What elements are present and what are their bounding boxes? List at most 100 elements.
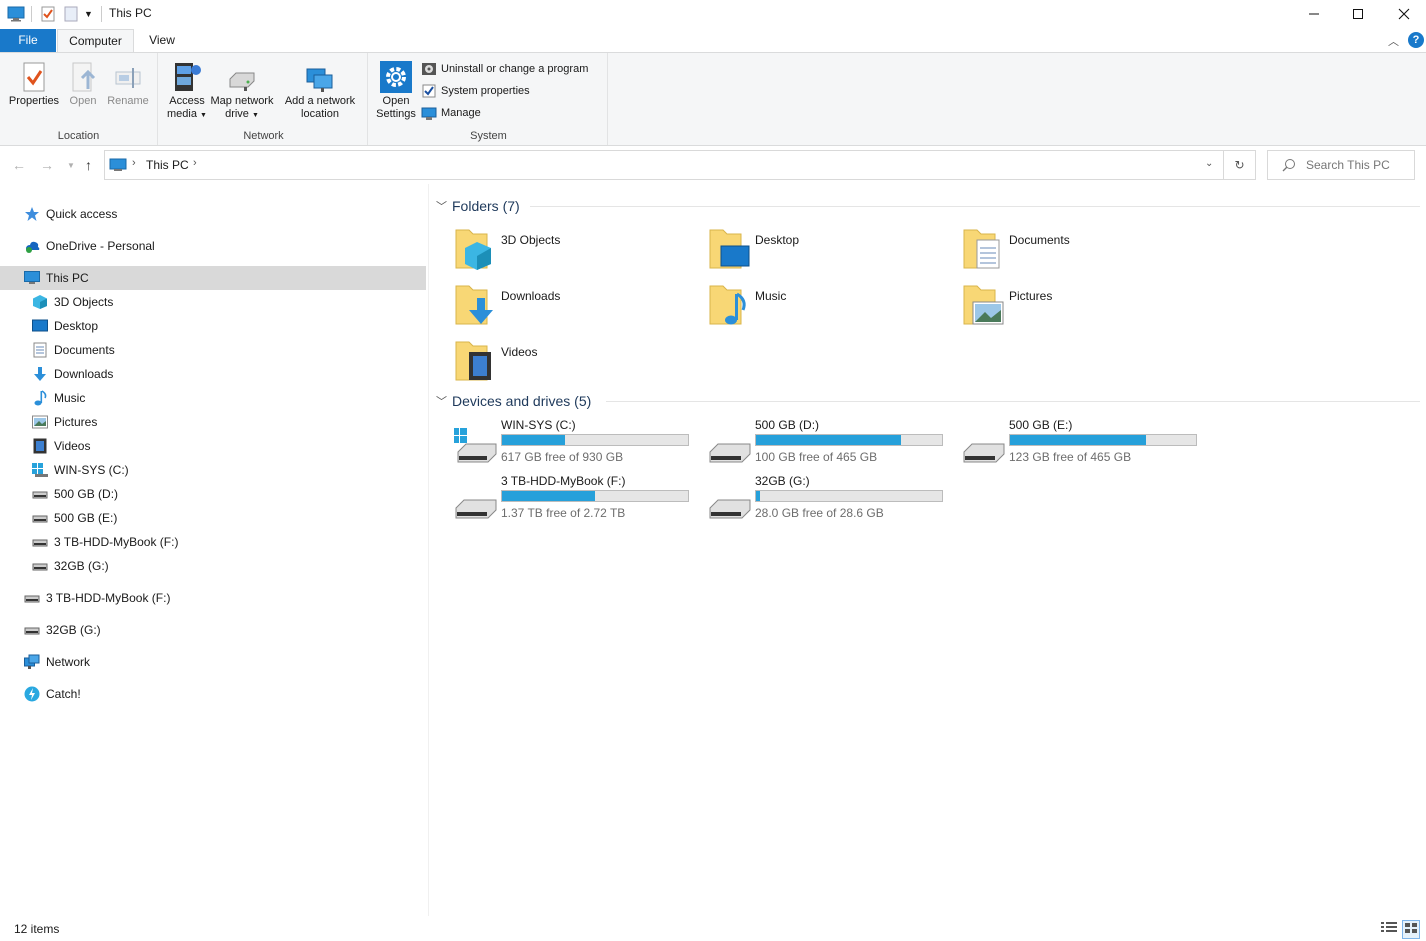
- nav-drive-f-root[interactable]: 3 TB-HDD-MyBook (F:): [0, 586, 426, 610]
- pane-divider[interactable]: [428, 184, 429, 916]
- system-properties-button[interactable]: System properties: [421, 82, 530, 100]
- search-icon: [1282, 159, 1295, 172]
- add-network-location-button[interactable]: Add a network location: [280, 59, 360, 121]
- search-box[interactable]: Search This PC: [1267, 150, 1415, 180]
- drives-section-header[interactable]: ﹀ Devices and drives (5): [436, 391, 591, 411]
- nav-item-drive-f[interactable]: 3 TB-HDD-MyBook (F:): [0, 530, 426, 554]
- tab-view[interactable]: View: [138, 29, 186, 52]
- drive-f[interactable]: 3 TB-HDD-MyBook (F:) 1.37 TB free of 2.7…: [454, 474, 708, 526]
- rename-button[interactable]: Rename: [104, 59, 152, 108]
- help-icon[interactable]: ?: [1408, 32, 1424, 48]
- up-arrow-icon[interactable]: ↑: [85, 157, 92, 173]
- uninstall-program-button[interactable]: Uninstall or change a program: [421, 60, 588, 78]
- network-group-label: Network: [243, 130, 284, 142]
- folder-3d-objects[interactable]: 3D Objects: [455, 226, 705, 276]
- nav-item-3d-objects[interactable]: 3D Objects: [0, 290, 426, 314]
- this-pc-icon: [24, 270, 40, 286]
- location-group: Properties Open Rename Location: [0, 53, 158, 145]
- open-button[interactable]: Open: [63, 59, 103, 108]
- map-network-drive-label-line1: Map network: [210, 95, 274, 107]
- tab-computer[interactable]: Computer: [57, 29, 134, 53]
- star-icon: [24, 206, 40, 222]
- drive-usage-fill: [502, 435, 566, 445]
- drive-c[interactable]: WIN-SYS (C:) 617 GB free of 930 GB: [454, 418, 708, 470]
- nav-item-drive-c[interactable]: WIN-SYS (C:): [0, 458, 426, 482]
- manage-button[interactable]: Manage: [421, 104, 481, 122]
- customize-toolbar-chevron-icon[interactable]: ▼: [84, 5, 93, 23]
- ribbon: Properties Open Rename Location Access m…: [0, 52, 1426, 146]
- nav-item-videos[interactable]: Videos: [0, 434, 426, 458]
- folder-label: Videos: [501, 345, 538, 359]
- folder-label: Desktop: [755, 233, 800, 247]
- nav-item-documents[interactable]: Documents: [0, 338, 426, 362]
- recent-locations-chevron-icon[interactable]: ▼: [67, 161, 75, 170]
- drive-g[interactable]: 32GB (G:) 28.0 GB free of 28.6 GB: [708, 474, 962, 526]
- catch-icon: [24, 686, 40, 702]
- add-network-location-label-line1: Add a network: [284, 95, 356, 107]
- open-settings-button[interactable]: Open Settings: [372, 59, 420, 121]
- minimize-button[interactable]: [1291, 0, 1337, 28]
- breadcrumb-chevron-icon[interactable]: ›: [193, 157, 197, 169]
- nav-item-drive-d[interactable]: 500 GB (D:): [0, 482, 426, 506]
- address-history-chevron-icon[interactable]: ⌄: [1205, 158, 1213, 169]
- nav-onedrive-label: OneDrive - Personal: [46, 239, 155, 253]
- uninstall-label: Uninstall or change a program: [441, 63, 589, 75]
- properties-label: Properties: [8, 95, 60, 107]
- access-media-button[interactable]: Access media ▼: [164, 59, 210, 122]
- nav-item-drive-e[interactable]: 500 GB (E:): [0, 506, 426, 530]
- drives-header-label: Devices and drives (5): [452, 393, 592, 409]
- close-button[interactable]: [1381, 0, 1426, 28]
- drive-d[interactable]: 500 GB (D:) 100 GB free of 465 GB: [708, 418, 962, 470]
- nav-item-label: 3 TB-HDD-MyBook (F:): [54, 535, 179, 549]
- drive-usage-bar: [501, 434, 689, 446]
- back-arrow-icon[interactable]: ←: [12, 157, 26, 173]
- forward-arrow-icon[interactable]: →: [40, 157, 54, 173]
- map-network-drive-button[interactable]: Map network drive ▼: [208, 59, 276, 122]
- folders-header-label: Folders (7): [452, 198, 520, 214]
- folder-downloads[interactable]: Downloads: [455, 282, 705, 332]
- properties-button[interactable]: Properties: [6, 59, 62, 108]
- folders-section-header[interactable]: ﹀ Folders (7): [436, 196, 520, 216]
- drive-e[interactable]: 500 GB (E:) 123 GB free of 465 GB: [962, 418, 1216, 470]
- large-icons-view-icon[interactable]: [1402, 920, 1420, 939]
- folder-desktop[interactable]: Desktop: [709, 226, 959, 276]
- breadcrumb-separator-icon[interactable]: ›: [132, 157, 136, 169]
- nav-this-pc[interactable]: This PC: [0, 266, 426, 290]
- folder-videos[interactable]: Videos: [455, 338, 705, 388]
- collapse-chevron-icon: ﹀: [436, 201, 447, 213]
- nav-network[interactable]: Network: [0, 650, 426, 674]
- nav-quick-access[interactable]: Quick access: [0, 202, 426, 226]
- maximize-button[interactable]: [1335, 0, 1381, 28]
- nav-item-label: 32GB (G:): [54, 559, 109, 573]
- folder-3d-objects-icon: [455, 229, 491, 270]
- nav-item-drive-g[interactable]: 32GB (G:): [0, 554, 426, 578]
- nav-item-desktop[interactable]: Desktop: [0, 314, 426, 338]
- breadcrumb-this-pc[interactable]: This PC: [146, 158, 189, 172]
- this-pc-window-icon[interactable]: [7, 5, 25, 23]
- nav-item-music[interactable]: Music: [0, 386, 426, 410]
- address-bar[interactable]: › This PC › ⌄: [104, 150, 1224, 180]
- windows-drive-icon: [32, 462, 48, 478]
- properties-quick-icon[interactable]: [40, 5, 56, 23]
- refresh-button[interactable]: ↻: [1224, 150, 1256, 180]
- folder-label: 3D Objects: [501, 233, 561, 247]
- navigation-pane: Quick access OneDrive - Personal This PC…: [0, 196, 428, 916]
- nav-drive-g-root[interactable]: 32GB (G:): [0, 618, 426, 642]
- folder-music[interactable]: Music: [709, 282, 959, 332]
- folder-pictures[interactable]: Pictures: [963, 282, 1213, 332]
- folder-documents[interactable]: Documents: [963, 226, 1213, 276]
- nav-catch[interactable]: Catch!: [0, 682, 426, 706]
- nav-item-pictures[interactable]: Pictures: [0, 410, 426, 434]
- nav-item-downloads[interactable]: Downloads: [0, 362, 426, 386]
- collapse-ribbon-chevron-icon[interactable]: ︿: [1388, 33, 1399, 49]
- nav-drive-g-label: 32GB (G:): [46, 623, 101, 637]
- uninstall-icon: [422, 63, 436, 75]
- drive-icon: [709, 499, 751, 519]
- nav-drive-f-label: 3 TB-HDD-MyBook (F:): [46, 591, 171, 605]
- drive-usage-bar: [1009, 434, 1197, 446]
- new-folder-quick-icon[interactable]: [63, 5, 79, 23]
- nav-onedrive[interactable]: OneDrive - Personal: [0, 234, 426, 258]
- tab-file[interactable]: File: [0, 29, 56, 52]
- access-media-icon: [175, 63, 201, 91]
- details-view-icon[interactable]: [1380, 920, 1398, 939]
